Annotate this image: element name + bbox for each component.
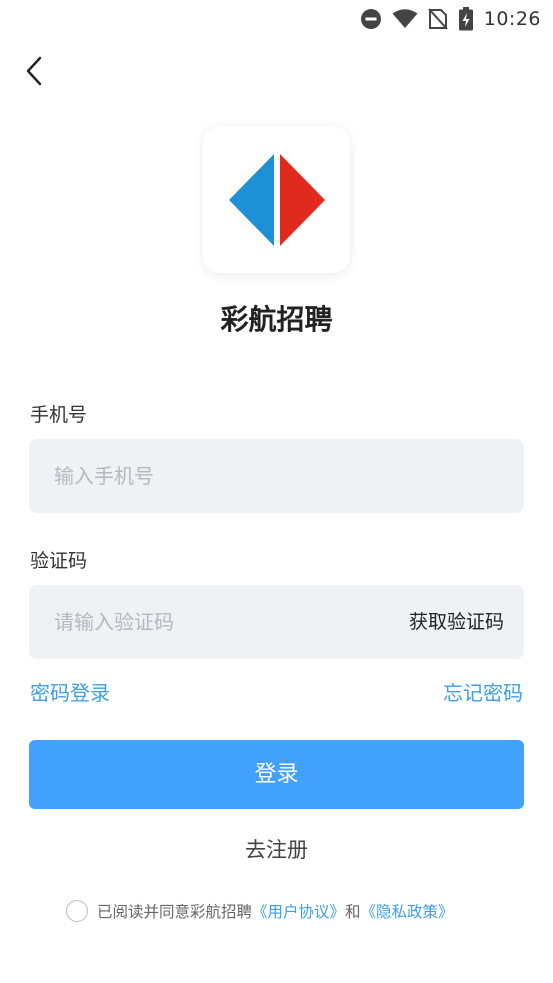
register-link[interactable]: 去注册: [0, 834, 553, 864]
no-sim-icon: [427, 8, 448, 30]
get-code-button[interactable]: 获取验证码: [409, 585, 504, 659]
code-label: 验证码: [30, 550, 88, 572]
agreement-row: 已阅读并同意彩航招聘 《用户协议》 和 《隐私政策》: [66, 900, 454, 922]
phone-input-box[interactable]: [29, 439, 524, 513]
app-logo: [203, 126, 350, 273]
chevron-left-icon: [26, 56, 42, 86]
forgot-password-link[interactable]: 忘记密码: [443, 677, 523, 706]
status-time: 10:26: [483, 8, 541, 30]
back-button[interactable]: [18, 54, 50, 88]
phone-label: 手机号: [30, 404, 88, 426]
do-not-disturb-icon: [360, 8, 382, 30]
code-input[interactable]: [54, 585, 384, 659]
agreement-checkbox[interactable]: [66, 900, 88, 922]
agreement-prefix: 已阅读并同意彩航招聘: [97, 903, 253, 921]
battery-charging-icon: [458, 7, 474, 31]
agreement-and: 和: [345, 903, 361, 921]
status-icons: 10:26: [360, 6, 541, 32]
user-agreement-link[interactable]: 《用户协议》: [252, 900, 345, 922]
code-input-box[interactable]: 获取验证码: [29, 585, 524, 659]
logo-diamond-icon: [228, 153, 325, 246]
login-button[interactable]: 登录: [29, 740, 524, 809]
wifi-icon: [392, 9, 418, 29]
phone-input[interactable]: [54, 439, 494, 513]
privacy-policy-link[interactable]: 《隐私政策》: [361, 900, 454, 922]
password-login-link[interactable]: 密码登录: [30, 677, 110, 706]
status-bar: 10:26: [0, 0, 553, 38]
app-name: 彩航招聘: [220, 303, 333, 336]
